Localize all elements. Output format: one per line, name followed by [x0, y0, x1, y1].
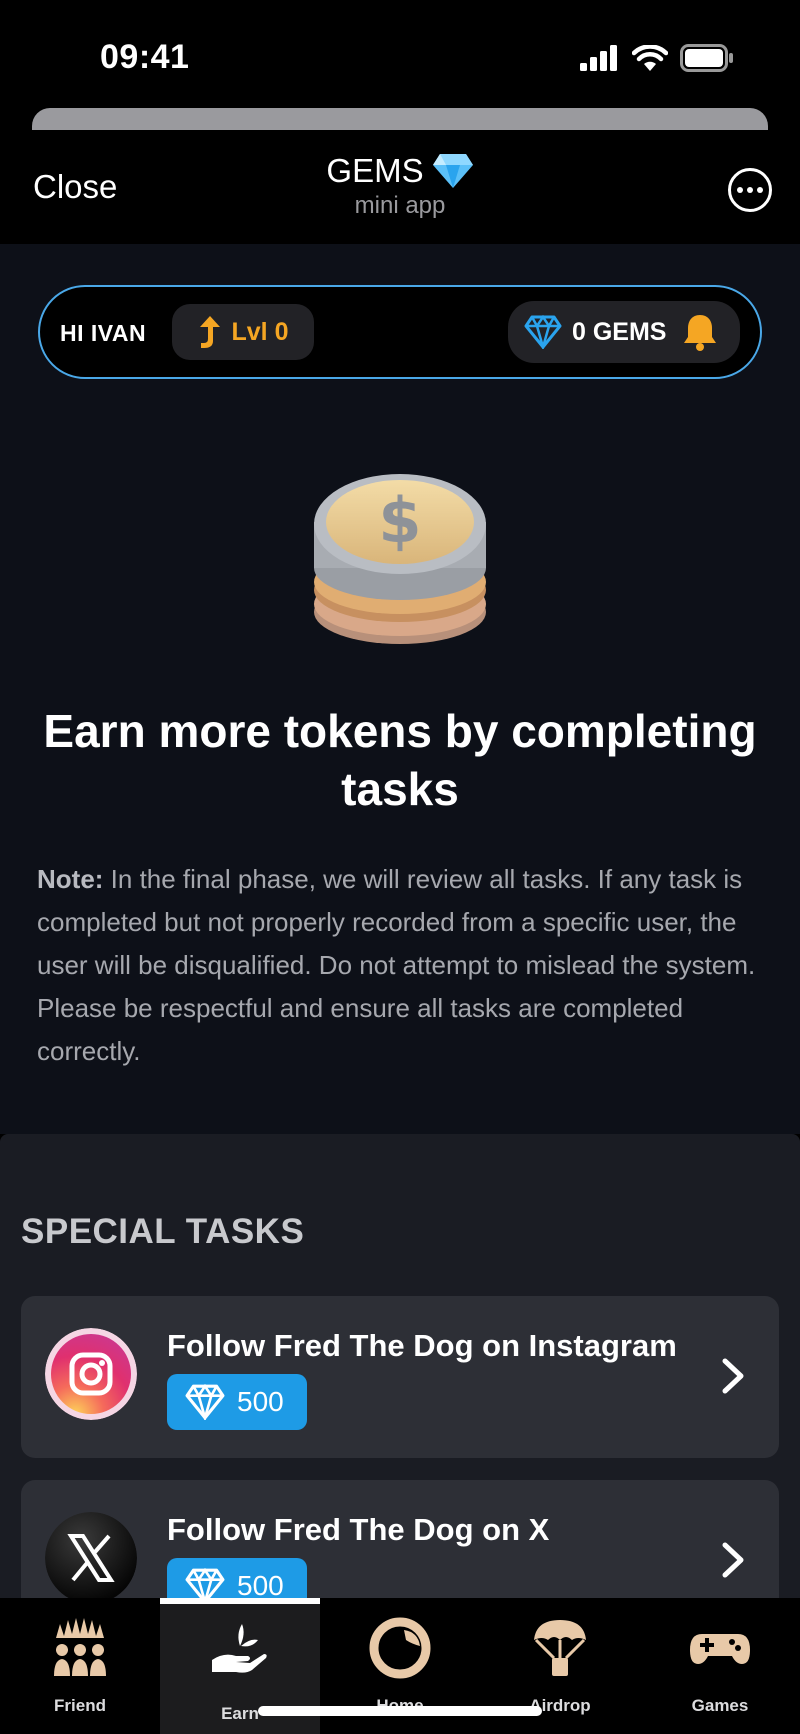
gems-count: 0 GEMS — [572, 317, 667, 346]
gems-balance[interactable]: 0 GEMS — [508, 301, 740, 363]
gamepad-icon — [690, 1634, 750, 1664]
section-title: SPECIAL TASKS — [21, 1212, 305, 1251]
app-title-text: GEMS — [326, 152, 424, 189]
home-icon — [369, 1617, 431, 1679]
level-up-arrow-icon — [199, 316, 220, 348]
status-time: 09:41 — [100, 38, 190, 76]
task-card-instagram[interactable]: Follow Fred The Dog on Instagram 500 — [21, 1296, 779, 1458]
sheet-top-edge — [32, 108, 768, 130]
airdrop-icon — [534, 1620, 586, 1676]
diamond-icon — [432, 154, 473, 188]
user-greeting: HI IVAN — [60, 320, 147, 346]
app-title-block: GEMS mini app — [0, 152, 800, 220]
status-icons — [580, 44, 734, 72]
home-indicator — [258, 1706, 542, 1716]
battery-icon — [680, 44, 733, 72]
reward-amount: 500 — [237, 1386, 284, 1417]
nav-label: Games — [691, 1696, 749, 1715]
instagram-icon — [45, 1328, 137, 1420]
nav-label: Friend — [54, 1696, 106, 1715]
chevron-right-icon — [722, 1358, 744, 1394]
more-options-button[interactable] — [728, 168, 772, 212]
level-badge[interactable]: Lvl 0 — [172, 304, 314, 360]
more-dot-icon — [757, 187, 763, 193]
app-title: GEMS — [326, 152, 473, 190]
bell-icon[interactable] — [682, 313, 718, 351]
more-dot-icon — [737, 187, 743, 193]
svg-text:$: $ — [378, 484, 421, 557]
wifi-icon — [632, 45, 668, 71]
special-tasks-section: SPECIAL TASKS Follow Fred The Dog on Ins… — [0, 1134, 800, 1642]
level-text: Lvl 0 — [231, 317, 289, 346]
friends-icon — [54, 1618, 106, 1676]
note-text: Note: In the final phase, we will review… — [37, 858, 767, 1073]
nav-item-friend[interactable]: Friend — [0, 1598, 160, 1734]
more-dot-icon — [747, 187, 753, 193]
hero-title: Earn more tokens by completing tasks — [43, 705, 757, 815]
user-bar: HI IVAN Lvl 0 0 GEMS — [38, 285, 762, 379]
status-bar: 09:41 — [0, 0, 800, 110]
chevron-right-icon — [722, 1542, 744, 1578]
task-title: Follow Fred The Dog on X — [167, 1512, 550, 1547]
coin-stack-icon: $ — [300, 462, 500, 662]
main-content: HI IVAN Lvl 0 0 GEMS $ Earn more tokens … — [0, 244, 800, 1134]
reward-badge: 500 — [167, 1374, 307, 1430]
diamond-outline-icon — [524, 315, 562, 349]
task-title: Follow Fred The Dog on Instagram — [167, 1328, 677, 1363]
diamond-outline-icon — [185, 1384, 225, 1420]
signal-icon — [580, 45, 617, 71]
nav-item-games[interactable]: Games — [640, 1598, 800, 1734]
note-body: In the final phase, we will review all t… — [37, 864, 756, 1066]
note-label: Note: — [37, 864, 104, 894]
app-header: Close GEMS mini app — [0, 130, 800, 244]
earn-icon — [212, 1624, 267, 1673]
x-icon — [45, 1512, 137, 1604]
app-subtitle: mini app — [354, 192, 446, 219]
